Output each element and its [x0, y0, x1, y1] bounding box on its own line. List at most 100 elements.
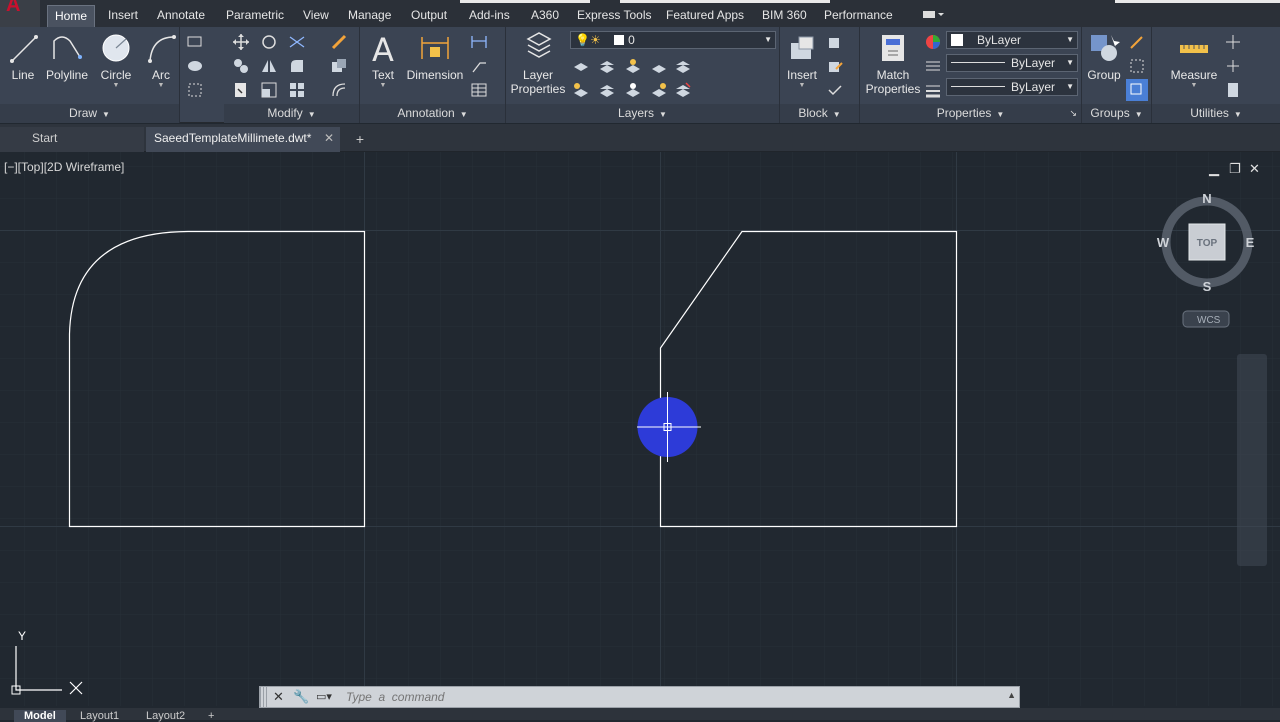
command-input[interactable] [346, 689, 1006, 705]
layer-properties-tool[interactable]: Layer Properties [510, 31, 568, 96]
fillet-icon[interactable] [288, 57, 306, 75]
ungroup-icon[interactable] [1128, 33, 1146, 51]
lineweight-dropdown[interactable]: ByLayer ▼ [946, 78, 1078, 96]
color-dropdown[interactable]: ByLayer ▼ [946, 31, 1078, 49]
layer-tool-icon[interactable] [572, 57, 590, 75]
tab-annotate[interactable]: Annotate [150, 5, 212, 27]
tab-express-tools[interactable]: Express Tools [570, 5, 658, 27]
tab-addins[interactable]: Add-ins [462, 5, 517, 27]
layer-tool-icon[interactable] [572, 81, 590, 99]
point-icon[interactable] [1224, 33, 1242, 51]
group-tool[interactable]: Group [1084, 31, 1124, 82]
groups-panel-title[interactable]: Groups ▼ [1082, 104, 1151, 123]
boundary-icon[interactable] [186, 81, 204, 99]
close-command-line-icon[interactable]: ✕ [273, 689, 284, 705]
minimize-icon[interactable]: ▁ [1209, 161, 1219, 177]
explode-icon[interactable] [330, 57, 348, 75]
mirror-icon[interactable] [260, 57, 278, 75]
modify-panel-title[interactable]: Modify ▼ [224, 104, 359, 123]
drawing-viewport[interactable]: TOP N S E W WCS Y [−][Top][2D Wireframe]… [0, 152, 1280, 706]
stretch-icon[interactable] [232, 81, 250, 99]
layer-tool-icon[interactable] [624, 57, 642, 75]
layer-dropdown[interactable]: 💡☀ 0 ▼ [570, 31, 776, 49]
tab-bim360[interactable]: BIM 360 [755, 5, 814, 27]
tab-home[interactable]: Home [47, 5, 96, 27]
draw-panel-title[interactable]: Draw ▼ [0, 104, 179, 123]
table-icon[interactable] [470, 81, 488, 99]
layers-panel-title[interactable]: Layers ▼ [506, 104, 779, 123]
block-panel-title[interactable]: Block ▼ [780, 104, 859, 123]
tab-layout2[interactable]: Layout2 [146, 710, 185, 722]
tab-parametric[interactable]: Parametric [219, 5, 291, 27]
tab-output[interactable]: Output [404, 5, 454, 27]
id-point-icon[interactable] [1224, 57, 1242, 75]
new-tab-button[interactable]: + [352, 132, 368, 148]
layer-tool-icon[interactable] [624, 81, 642, 99]
tab-featured-apps[interactable]: Featured Apps [659, 5, 751, 27]
calculator-icon[interactable] [1224, 81, 1242, 99]
copy-icon[interactable] [232, 57, 250, 75]
rotate-icon[interactable] [260, 33, 278, 51]
tab-insert[interactable]: Insert [101, 5, 145, 27]
add-layout-button[interactable]: + [208, 710, 214, 722]
command-line-grip[interactable] [260, 687, 268, 707]
insert-block-tool[interactable]: Insert ▼ [784, 31, 820, 90]
compass-east[interactable]: E [1246, 235, 1255, 250]
ribbon-minimize-button[interactable] [922, 8, 944, 20]
attribute-icon[interactable] [826, 81, 844, 99]
layer-tool-icon[interactable] [674, 81, 692, 99]
compass-west[interactable]: W [1157, 235, 1170, 250]
polyline-tool[interactable]: Polyline [44, 31, 90, 82]
create-block-icon[interactable] [826, 33, 844, 51]
wcs-menu[interactable]: WCS [1182, 310, 1230, 328]
lineweight-icon[interactable] [924, 81, 942, 99]
move-icon[interactable] [232, 33, 250, 51]
measure-tool[interactable]: Measure ▼ [1160, 31, 1228, 90]
rectangle-icon[interactable] [186, 33, 204, 51]
color-wheel-icon[interactable] [924, 33, 942, 51]
layer-tool-icon[interactable] [650, 57, 668, 75]
array-icon[interactable] [288, 81, 306, 99]
layer-tool-icon[interactable] [674, 57, 692, 75]
compass-north[interactable]: N [1202, 191, 1211, 206]
restore-icon[interactable]: ❐ [1229, 161, 1241, 177]
close-icon[interactable]: ✕ [1249, 161, 1260, 177]
viewcube-top-label[interactable]: TOP [1197, 238, 1218, 249]
tab-current-drawing[interactable]: SaeedTemplateMillimete.dwt* ✕ [146, 127, 340, 152]
line-tool[interactable]: Line [6, 31, 40, 82]
hatch-icon[interactable] [186, 57, 204, 75]
compass-south[interactable]: S [1203, 279, 1212, 294]
edit-block-icon[interactable] [826, 57, 844, 75]
text-tool[interactable]: A Text ▼ [366, 31, 400, 90]
command-history-arrow-icon[interactable]: ▲ [1007, 690, 1016, 700]
tab-view[interactable]: View [296, 5, 336, 27]
viewport-controls-label[interactable]: [−][Top][2D Wireframe] [4, 160, 124, 174]
offset-icon[interactable] [330, 81, 348, 99]
leader-icon[interactable] [470, 57, 488, 75]
linetype-icon[interactable] [924, 57, 942, 75]
dimension-tool[interactable]: Dimension [406, 31, 464, 82]
circle-tool[interactable]: Circle ▼ [98, 31, 134, 90]
annotation-panel-title[interactable]: Annotation ▼ [360, 104, 505, 123]
close-tab-icon[interactable]: ✕ [324, 127, 334, 150]
tab-a360[interactable]: A360 [524, 5, 566, 27]
drawing-canvas[interactable]: TOP N S E W WCS Y [0, 152, 1280, 706]
match-properties-tool[interactable]: Match Properties [864, 31, 922, 96]
properties-panel-title[interactable]: Properties ▼ ↘ [860, 104, 1081, 123]
linetype-dropdown[interactable]: ByLayer ▼ [946, 54, 1078, 72]
layer-tool-icon[interactable] [598, 81, 616, 99]
navigation-bar[interactable] [1237, 354, 1267, 566]
linear-dimension-icon[interactable] [470, 33, 488, 51]
group-selection-toggle-icon[interactable] [1126, 79, 1148, 101]
customize-wrench-icon[interactable]: 🔧 [293, 689, 309, 705]
trim-icon[interactable] [288, 33, 306, 51]
tab-manage[interactable]: Manage [341, 5, 398, 27]
utilities-panel-title[interactable]: Utilities ▼ [1152, 104, 1280, 123]
layer-tool-icon[interactable] [598, 57, 616, 75]
arc-tool[interactable]: Arc ▼ [143, 31, 179, 90]
tab-layout1[interactable]: Layout1 [80, 710, 119, 722]
group-edit-icon[interactable] [1128, 57, 1146, 75]
tab-performance[interactable]: Performance [817, 5, 900, 27]
tab-model[interactable]: Model [14, 710, 66, 722]
tab-start[interactable]: Start [0, 127, 144, 152]
